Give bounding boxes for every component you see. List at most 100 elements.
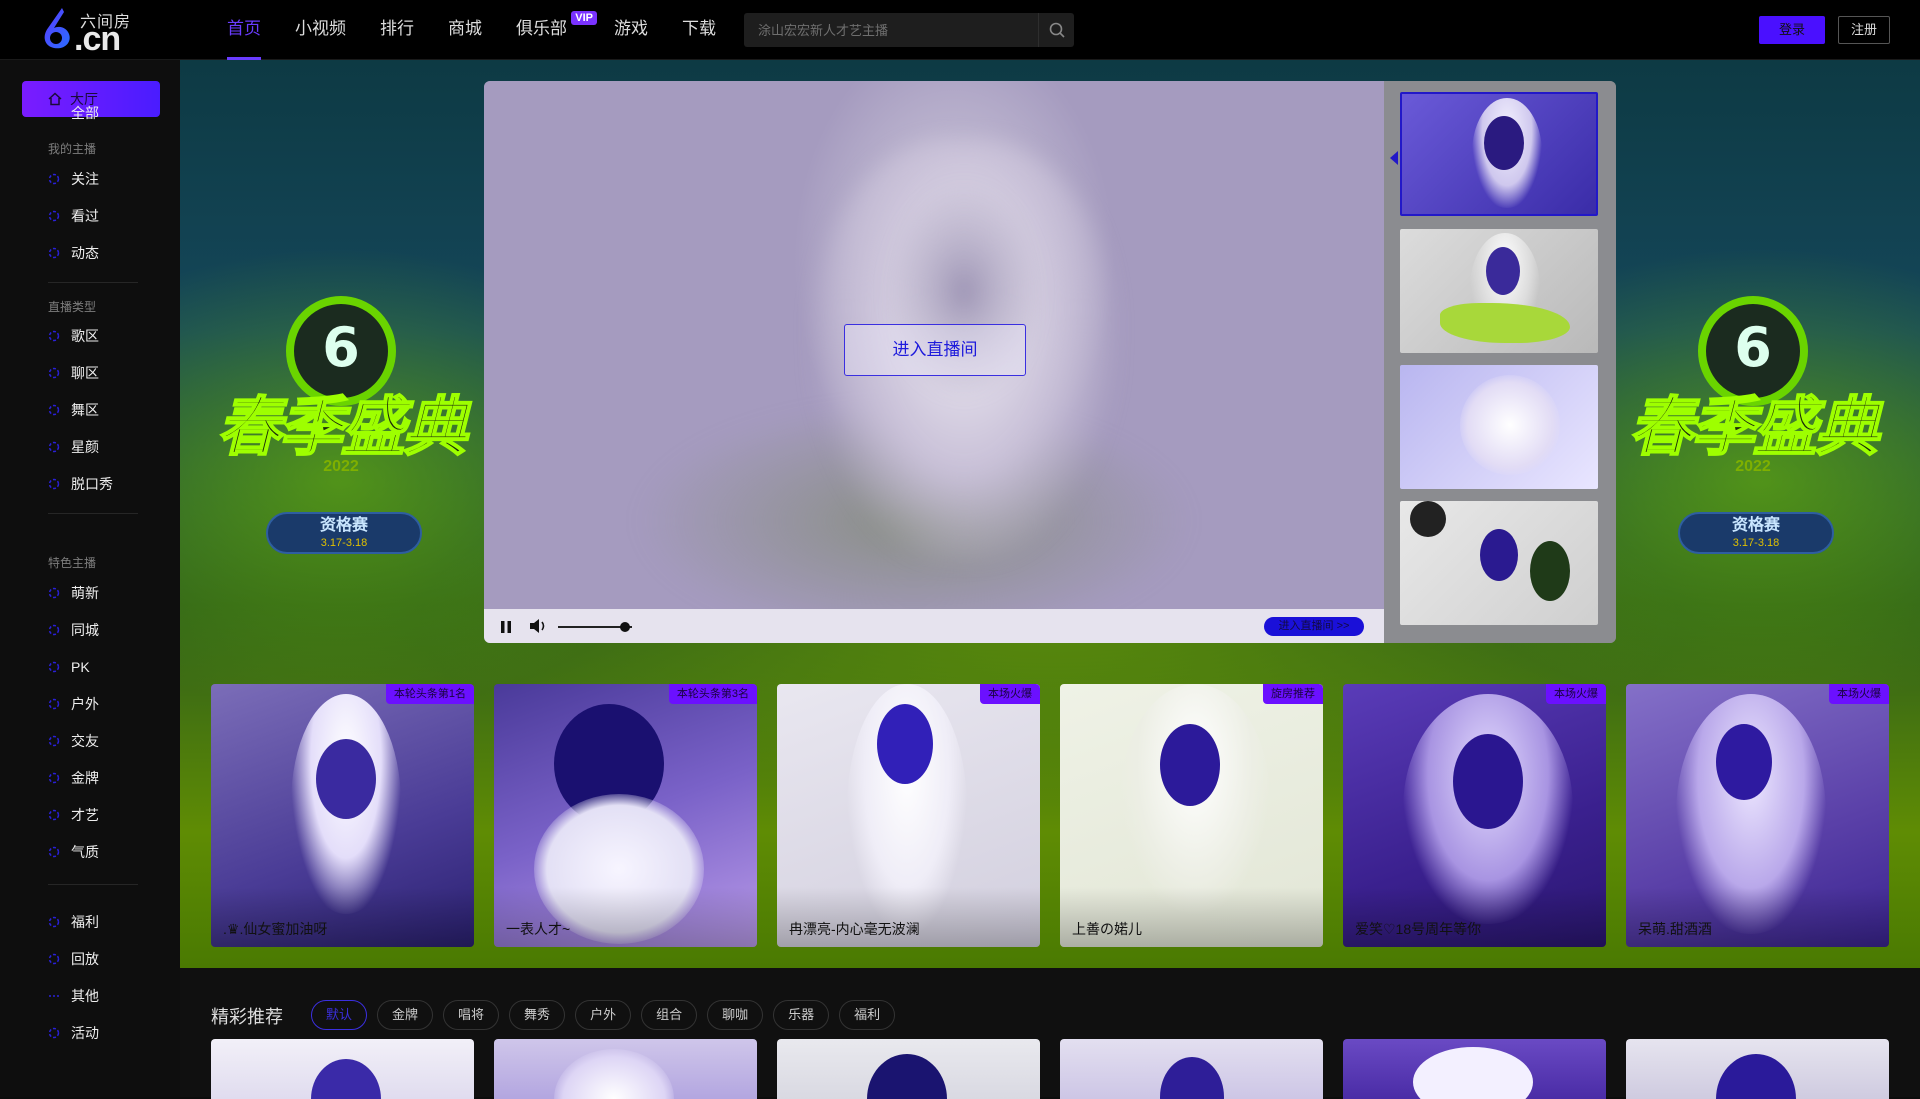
recommend-section: 精彩推荐 默认 金牌 唱将 舞秀 户外 组合 聊咖 乐器 福利 — [180, 968, 1920, 1099]
card-anchor-name: 上善の婼儿 — [1072, 921, 1142, 937]
home-icon — [48, 92, 62, 106]
site-logo[interactable]: 六间房 .cn — [38, 6, 138, 58]
sidebar-item-label: 才艺 — [71, 807, 99, 823]
nav-shop[interactable]: 商城 — [431, 0, 499, 60]
sidebar-item-label: 气质 — [71, 844, 99, 860]
sidebar-item-label: 回放 — [71, 951, 99, 967]
event-badge-left[interactable]: 资格赛 3.17-3.18 — [266, 512, 422, 554]
live-thumbnail[interactable] — [1400, 229, 1598, 353]
card-tag: 本场火爆 — [1546, 684, 1606, 704]
live-thumbnail[interactable] — [1400, 92, 1598, 216]
search-input[interactable] — [744, 13, 1040, 47]
volume-icon[interactable] — [528, 618, 548, 634]
outdoor-icon — [48, 698, 60, 710]
enter-room-button[interactable]: 进入直播间 — [844, 324, 1026, 376]
social-icon — [48, 735, 60, 747]
event-badge-date: 3.17-3.18 — [1732, 537, 1780, 549]
talent-icon — [48, 809, 60, 821]
recommend-card[interactable] — [211, 1039, 474, 1099]
card-tag: 本场火爆 — [1829, 684, 1889, 704]
live-card[interactable]: 本场火爆 爱笑♡18号周年等你 — [1343, 684, 1606, 947]
event-title: 春季盛典 — [1628, 390, 1880, 466]
live-card[interactable]: 旋房推荐 上善の婼儿 — [1060, 684, 1323, 947]
sidebar-item-label: 同城 — [71, 622, 99, 638]
nav-ranking[interactable]: 排行 — [363, 0, 431, 60]
recommend-card[interactable] — [1626, 1039, 1889, 1099]
sidebar-item-label: 福利 — [71, 914, 99, 930]
live-thumbnail[interactable] — [1400, 365, 1598, 489]
search-icon — [1049, 22, 1065, 38]
chip-outdoor[interactable]: 户外 — [575, 1000, 632, 1030]
sidebar-item-label: 其他 — [71, 988, 99, 1004]
nav-home[interactable]: 首页 — [210, 0, 278, 60]
sidebar-item-label: PK — [71, 659, 90, 675]
search-box — [744, 13, 1074, 47]
card-anchor-name: 爱笑♡18号周年等你 — [1355, 921, 1482, 937]
song-icon — [48, 330, 60, 342]
pk-icon — [48, 661, 60, 673]
chip-group[interactable]: 组合 — [641, 1000, 698, 1030]
hero-banner: 春季盛典 2022 资格赛 3.17-3.18 春季盛典 2022 资格赛 3.… — [180, 60, 1920, 968]
live-card[interactable]: 本场火爆 冉漂亮-内心毫无波澜 — [777, 684, 1040, 947]
newbie-icon — [48, 587, 60, 599]
event-logo-right[interactable]: 春季盛典 2022 — [1618, 286, 1888, 546]
chip-default[interactable]: 默认 — [311, 1000, 368, 1030]
card-anchor-name: 冉漂亮-内心毫无波澜 — [789, 921, 920, 937]
live-video[interactable]: 进入直播间 — [484, 81, 1384, 609]
event-logo-left[interactable]: 春季盛典 2022 — [206, 286, 476, 546]
live-card[interactable]: 本轮头条第1名 .♛.仙女蜜加油呀 — [211, 684, 474, 947]
sidebar-item-label: 萌新 — [71, 585, 99, 601]
sidebar-divider — [48, 884, 138, 885]
follow-icon — [48, 173, 60, 185]
recommend-card[interactable] — [494, 1039, 757, 1099]
nav-club[interactable]: 俱乐部 VIP — [499, 0, 597, 60]
register-button[interactable]: 注册 — [1838, 16, 1890, 44]
sidebar-item-label: 星颜 — [71, 439, 99, 455]
sidebar-item-label: 舞区 — [71, 402, 99, 418]
card-tag: 本轮头条第3名 — [668, 684, 757, 704]
sidebar-item-label: 金牌 — [71, 770, 99, 786]
recommend-card[interactable] — [1060, 1039, 1323, 1099]
enter-live-pill[interactable]: 进入直播间 >> — [1264, 617, 1364, 636]
chat-icon — [48, 367, 60, 379]
event-badge-right[interactable]: 资格赛 3.17-3.18 — [1678, 512, 1834, 554]
chip-singer[interactable]: 唱将 — [443, 1000, 500, 1030]
live-card[interactable]: 本轮头条第3名 一表人才~ — [494, 684, 757, 947]
brand-domain: .cn — [74, 20, 121, 58]
location-icon — [48, 624, 60, 636]
chip-instrument[interactable]: 乐器 — [773, 1000, 830, 1030]
beauty-icon — [48, 441, 60, 453]
live-thumbnail[interactable] — [1400, 501, 1598, 625]
card-anchor-name: 一表人才~ — [506, 921, 571, 937]
chip-chat[interactable]: 聊咖 — [707, 1000, 764, 1030]
recommend-card[interactable] — [777, 1039, 1040, 1099]
chip-gold[interactable]: 金牌 — [377, 1000, 434, 1030]
pause-icon[interactable] — [499, 620, 513, 634]
top-bar: 六间房 .cn 首页 小视频 排行 商城 俱乐部 VIP 游戏 下载 登录 注册 — [0, 0, 1920, 60]
sidebar-item-label: 交友 — [71, 733, 99, 749]
card-tag: 旋房推荐 — [1263, 684, 1323, 704]
card-anchor-name: 呆萌.甜酒酒 — [1638, 921, 1712, 937]
live-card[interactable]: 本场火爆 呆萌.甜酒酒 — [1626, 684, 1889, 947]
event-year: 2022 — [323, 458, 359, 475]
login-button[interactable]: 登录 — [1759, 16, 1825, 44]
hot-live-row: 本轮头条第1名 .♛.仙女蜜加油呀 本轮头条第3名 一表人才~ 本场火爆 冉漂亮… — [211, 684, 1891, 947]
chip-welfare[interactable]: 福利 — [839, 1000, 896, 1030]
activity-icon — [48, 1027, 60, 1039]
chip-dance[interactable]: 舞秀 — [509, 1000, 566, 1030]
live-player: 进入直播间 进入直播间 >> — [484, 81, 1616, 643]
nav-games[interactable]: 游戏 — [597, 0, 665, 60]
more-icon — [49, 995, 59, 997]
sidebar-heading-my-anchor: 我的主播 — [48, 142, 97, 156]
recommend-card[interactable] — [1343, 1039, 1606, 1099]
search-button[interactable] — [1038, 13, 1074, 47]
logo-six-icon — [44, 8, 70, 49]
event-title: 春季盛典 — [216, 390, 468, 466]
vip-badge: VIP — [571, 11, 597, 25]
temperament-icon — [48, 846, 60, 858]
sidebar: 大厅 全部 我的主播 关注 看过 动态 直播类型 歌区 聊区 舞区 星颜 脱口秀… — [0, 60, 180, 1097]
nav-short-video[interactable]: 小视频 — [278, 0, 363, 60]
nav-download[interactable]: 下载 — [665, 0, 733, 60]
volume-handle[interactable] — [619, 622, 630, 632]
sidebar-heading-featured: 特色主播 — [48, 556, 97, 570]
